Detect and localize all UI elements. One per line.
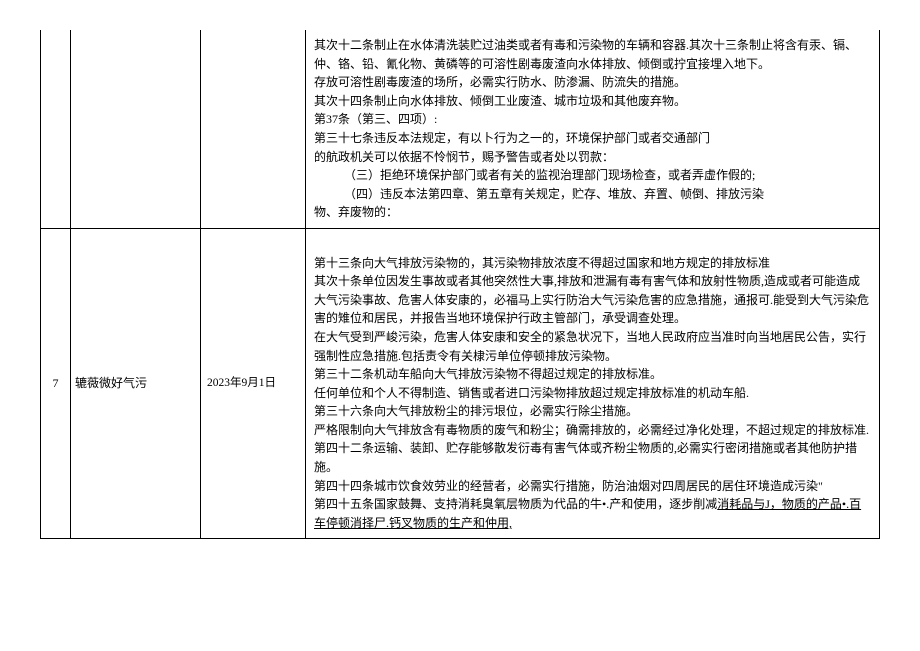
text: 第三十二条机动车船向大气排放污染物不得超过规定的排放标准。 bbox=[314, 365, 871, 384]
text: 在大气受到严峻污染，危害人体安康和安全的紧急状况下，当地人民政府应当准时向当地居… bbox=[314, 328, 871, 365]
text: 其次十四条制止向水体排放、倾倒工业废渣、城市垃圾和其他废弃物。 bbox=[314, 92, 871, 111]
text: 第37条（第三、四项）: bbox=[314, 110, 871, 129]
text: 任何单位和个人不得制造、销售或者进口污染物排放超过规定排放标准的机动车船. bbox=[314, 384, 871, 403]
text: 存放可溶性剧毒废渣的场所，必需实行防水、防渗漏、防流失的措施。 bbox=[314, 73, 871, 92]
text: 第四十四条城市饮食效劳业的经营者，必需实行措施，防治油烟对四周居民的居住环境造成… bbox=[314, 477, 871, 496]
text-prefix: 第四十五条国家鼓舞、支持消耗臭氧层物质为代品的牛•.产和使用，逐步削减 bbox=[314, 497, 717, 511]
text: 第三十六条向大气排放粉尘的排污垠位，必需实行除尘措施。 bbox=[314, 402, 871, 421]
indented-text: （三）拒绝环境保护部门或者有关的监视治理部门现场检查，或者弄虚作假的; bbox=[314, 166, 871, 185]
indented-text: （四）违反本法第四章、第五章有关规定，贮存、堆放、弃置、帧倒、排放污染 bbox=[314, 185, 871, 204]
text: 严格限制向大气排放含有毒物质的废气和粉尘；确需排放的，必需经过净化处理，不超过规… bbox=[314, 421, 871, 440]
text: 第四十五条国家鼓舞、支持消耗臭氧层物质为代品的牛•.产和使用，逐步削减消耗品与J… bbox=[314, 495, 871, 532]
text: 物、弃废物的： bbox=[314, 203, 871, 222]
row-date: 2023年9月1日 bbox=[201, 228, 306, 539]
row1-content: 其次十二条制止在水体清洗装贮过油类或者有毒和污染物的车辆和容器.其次十三条制止将… bbox=[306, 30, 880, 228]
text: 其次十二条制止在水体清洗装贮过油类或者有毒和污染物的车辆和容器.其次十三条制止将… bbox=[314, 36, 871, 73]
text: 第三十七条违反本法规定，有以卜行为之一的，环境保护部门或者交通部门 bbox=[314, 129, 871, 148]
text: 第四十二条运输、装卸、贮存能够散发衍毒有害气体或齐粉尘物质的,必需实行密闭措施或… bbox=[314, 439, 871, 476]
row-number: 7 bbox=[41, 228, 71, 539]
row-name: 辘薇微好气污 bbox=[71, 228, 201, 539]
text: 的航政机关可以依据不怜悯节，赐予警告或者处以罚款： bbox=[314, 148, 871, 167]
text: 第十三条向大气排放污染物的，其污染物排放浓度不得超过国家和地方规定的排放标准 bbox=[314, 254, 871, 273]
row2-content: 第十三条向大气排放污染物的，其污染物排放浓度不得超过国家和地方规定的排放标准 其… bbox=[306, 228, 880, 539]
text: 其次十条单位因发生事故或者其他突然性大事,排放和泄漏有毒有害气体和放射性物质,造… bbox=[314, 272, 871, 328]
